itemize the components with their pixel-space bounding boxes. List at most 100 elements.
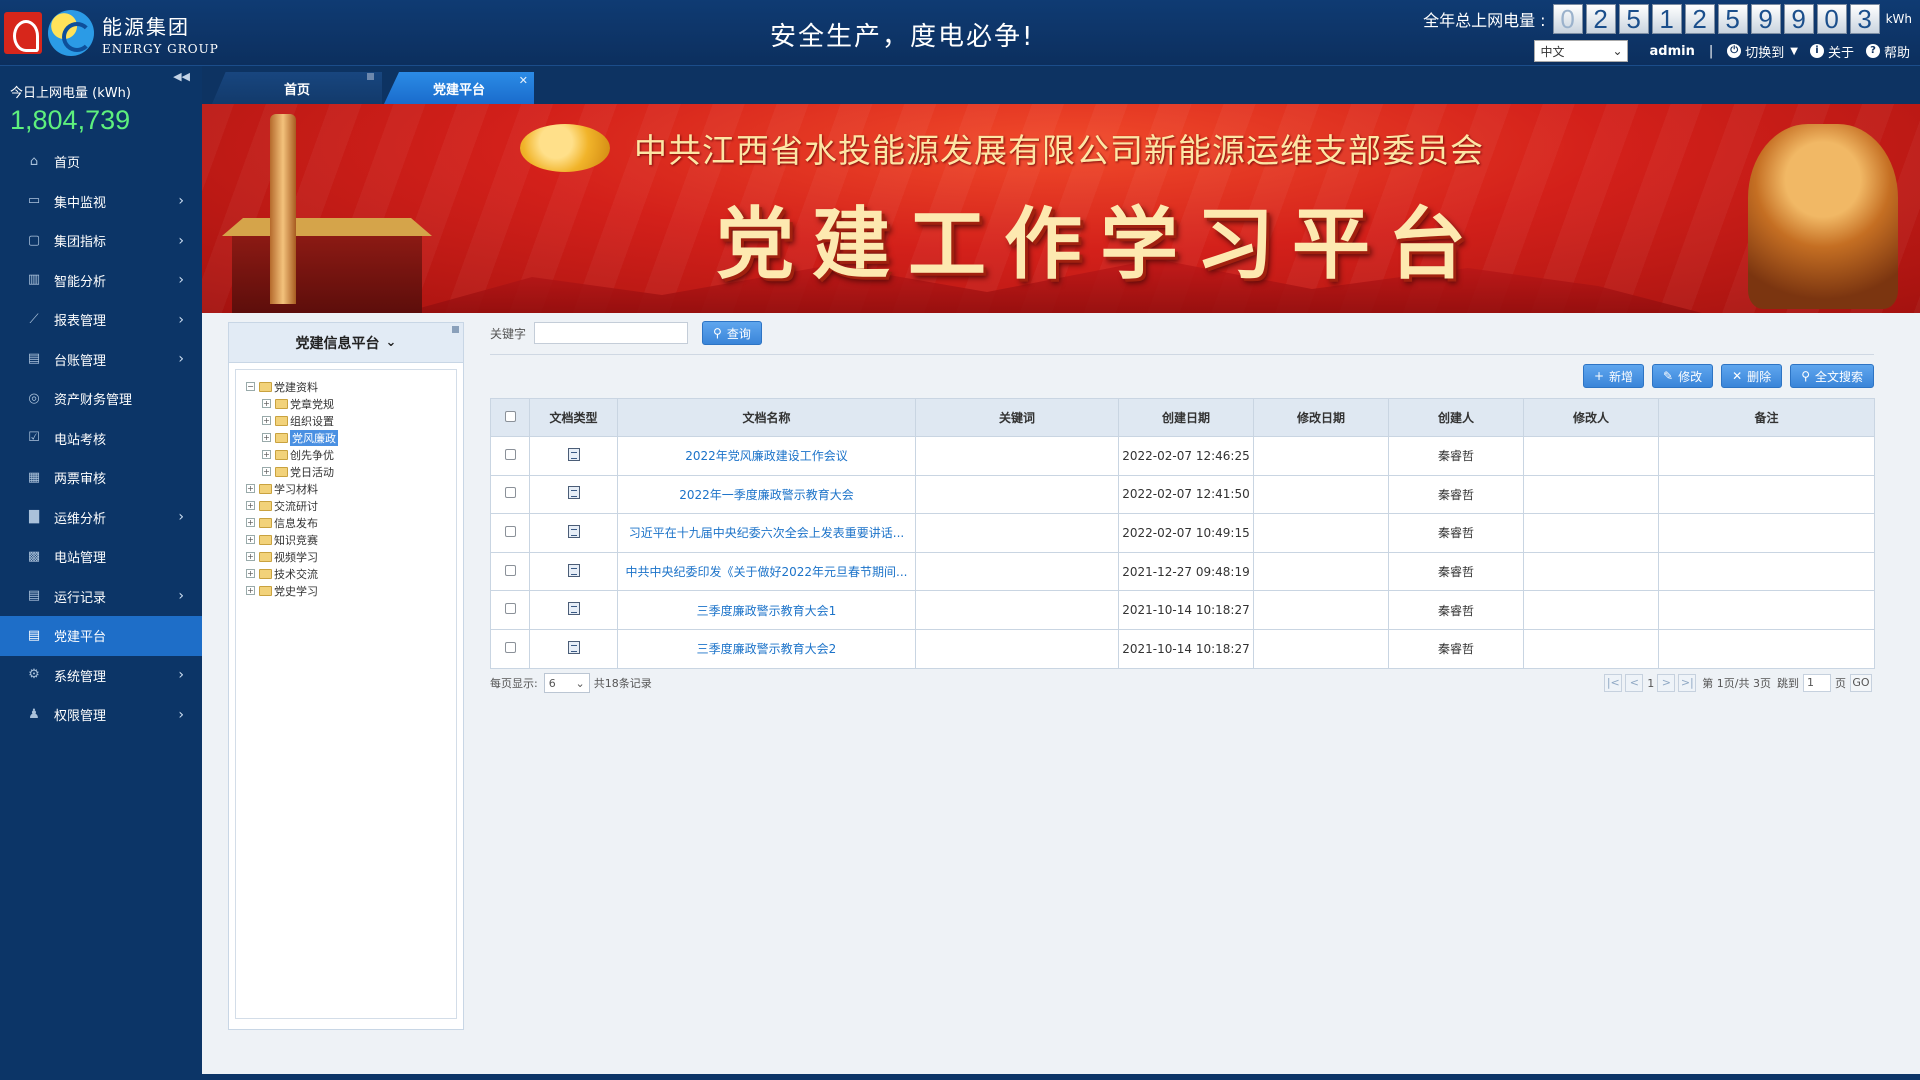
tree-node[interactable]: + 视频学习 [246,548,446,565]
prev-page-button[interactable]: < [1625,674,1644,692]
delete-button[interactable]: ✕ 删除 [1721,364,1783,388]
expand-node-icon[interactable]: + [246,501,255,510]
goto-page-input[interactable]: 1 [1803,674,1831,692]
sidebar-item[interactable]: ▥ 智能分析 › [0,261,202,301]
document-link[interactable]: 中共中央纪委印发《关于做好2022年元旦春节期间... [626,565,908,579]
sidebar-item[interactable]: ☑ 电站考核 [0,419,202,459]
sidebar-item[interactable]: ▤ 运行记录 › [0,577,202,617]
document-link[interactable]: 2022年党风廉政建设工作会议 [685,449,848,463]
tab-party-platform[interactable]: 党建平台 ✕ [384,72,534,104]
row-checkbox[interactable] [504,603,516,615]
cell-modifier [1523,513,1659,553]
sidebar-item[interactable]: ◎ 资产财务管理 [0,379,202,419]
tree-header[interactable]: 党建信息平台 ⌄ [229,323,463,363]
document-link[interactable]: 三季度廉政警示教育大会1 [697,604,837,618]
go-button[interactable]: GO [1850,674,1872,692]
ticket-icon: ▦ [27,469,41,485]
collapse-sidebar-icon[interactable]: ◀◀ [173,70,190,83]
pin-icon[interactable] [452,326,459,333]
expand-node-icon[interactable]: + [246,518,255,527]
column-header[interactable]: 修改人 [1523,398,1659,437]
select-all-checkbox[interactable] [504,410,516,422]
last-page-button[interactable]: >| [1678,674,1697,692]
tree-node[interactable]: + 技术交流 [246,565,446,582]
username[interactable]: admin [1650,44,1695,59]
tree-node[interactable]: + 组织设置 [246,412,446,429]
table-row[interactable]: 三季度廉政警示教育大会1 2021-10-14 10:18:27 秦睿哲 [490,590,1875,630]
expand-node-icon[interactable]: + [246,484,255,493]
sidebar-item[interactable]: ▤ 党建平台 [0,616,202,656]
row-checkbox[interactable] [504,641,516,653]
page-size-select[interactable]: 6 ⌄ [543,673,590,693]
tree-node[interactable]: − 党建资料 [246,378,446,395]
expand-node-icon[interactable]: + [246,535,255,544]
row-checkbox[interactable] [504,487,516,499]
row-checkbox[interactable] [504,525,516,537]
folder-icon [275,415,288,426]
tree-node[interactable]: + 信息发布 [246,514,446,531]
table-row[interactable]: 习近平在十九届中央纪委六次全会上发表重要讲话... 2022-02-07 10:4… [490,513,1875,553]
sidebar-item-label: 台账管理 [54,353,107,369]
next-page-button[interactable]: > [1657,674,1676,692]
table-row[interactable]: 三季度廉政警示教育大会2 2021-10-14 10:18:27 秦睿哲 [490,628,1875,669]
column-header[interactable]: 创建日期 [1118,398,1254,437]
sidebar-item[interactable]: ▤ 台账管理 › [0,340,202,380]
sidebar-item[interactable]: ⚙ 系统管理 › [0,656,202,696]
expand-node-icon[interactable]: + [262,416,271,425]
first-page-button[interactable]: |< [1604,674,1623,692]
document-link[interactable]: 习近平在十九届中央纪委六次全会上发表重要讲话... [629,526,904,540]
help-button[interactable]: ? 帮助 [1865,42,1910,61]
expand-node-icon[interactable]: + [246,586,255,595]
current-page-number[interactable]: 1 [1647,677,1654,690]
column-header[interactable]: 关键词 [915,398,1119,437]
edit-button[interactable]: ✎ 修改 [1652,364,1714,388]
tree-node[interactable]: + 创先争优 [246,446,446,463]
keyword-input[interactable] [534,322,689,344]
tree-node[interactable]: + 知识竞赛 [246,531,446,548]
fulltext-search-button[interactable]: ⚲ 全文搜索 [1790,364,1874,388]
sidebar-item[interactable]: ⟋ 报表管理 › [0,300,202,340]
row-checkbox[interactable] [504,448,516,460]
table-row[interactable]: 2022年党风廉政建设工作会议 2022-02-07 12:46:25 秦睿哲 [490,436,1875,476]
document-link[interactable]: 2022年一季度廉政警示教育大会 [679,488,854,502]
tree-node[interactable]: + 党史学习 [246,582,446,599]
pin-icon[interactable] [367,73,374,80]
cell-created: 2021-10-14 10:18:27 [1118,628,1254,669]
expand-node-icon[interactable]: + [262,450,271,459]
tree-node[interactable]: + 学习材料 [246,480,446,497]
sidebar-item[interactable]: ▢ 集团指标 › [0,221,202,261]
switch-button[interactable]: ⏻ 切换到 ▼ [1727,42,1798,61]
column-header[interactable]: 修改日期 [1253,398,1389,437]
table-row[interactable]: 中共中央纪委印发《关于做好2022年元旦春节期间... 2021-12-27 09… [490,551,1875,592]
expand-node-icon[interactable]: + [262,433,271,442]
sidebar-item[interactable]: ▭ 集中监视 › [0,182,202,222]
expand-node-icon[interactable]: + [246,569,255,578]
query-button[interactable]: ⚲ 查询 [702,321,762,345]
column-header[interactable]: 创建人 [1388,398,1524,437]
collapse-node-icon[interactable]: − [246,382,255,391]
cell-created: 2022-02-07 12:41:50 [1118,474,1254,515]
sidebar-item[interactable]: ▦ 两票审核 [0,458,202,498]
column-header[interactable]: 备注 [1658,398,1875,437]
column-header[interactable]: 文档类型 [529,398,618,437]
document-link[interactable]: 三季度廉政警示教育大会2 [697,642,837,656]
column-header[interactable]: 文档名称 [617,398,916,437]
tree-node[interactable]: + 党日活动 [246,463,446,480]
sidebar-item[interactable]: ▇ 运维分析 › [0,498,202,538]
tab-home[interactable]: 首页 [212,72,382,104]
tree-node[interactable]: + 党章党规 [246,395,446,412]
sidebar-item[interactable]: ▩ 电站管理 [0,537,202,577]
add-button[interactable]: + 新增 [1582,364,1645,388]
row-checkbox[interactable] [504,564,516,576]
sidebar-item[interactable]: ♟ 权限管理 › [0,695,202,735]
expand-node-icon[interactable]: + [262,467,271,476]
about-button[interactable]: i 关于 [1809,42,1854,61]
expand-node-icon[interactable]: + [246,552,255,561]
language-select[interactable]: 中文 ⌄ [1533,40,1628,62]
expand-node-icon[interactable]: + [262,399,271,408]
tree-node[interactable]: + 交流研讨 [246,497,446,514]
table-row[interactable]: 2022年一季度廉政警示教育大会 2022-02-07 12:41:50 秦睿哲 [490,474,1875,515]
close-icon[interactable]: ✕ [519,74,528,87]
tree-node[interactable]: + 党风廉政 [246,429,446,446]
sidebar-item[interactable]: ⌂ 首页 [0,142,202,182]
